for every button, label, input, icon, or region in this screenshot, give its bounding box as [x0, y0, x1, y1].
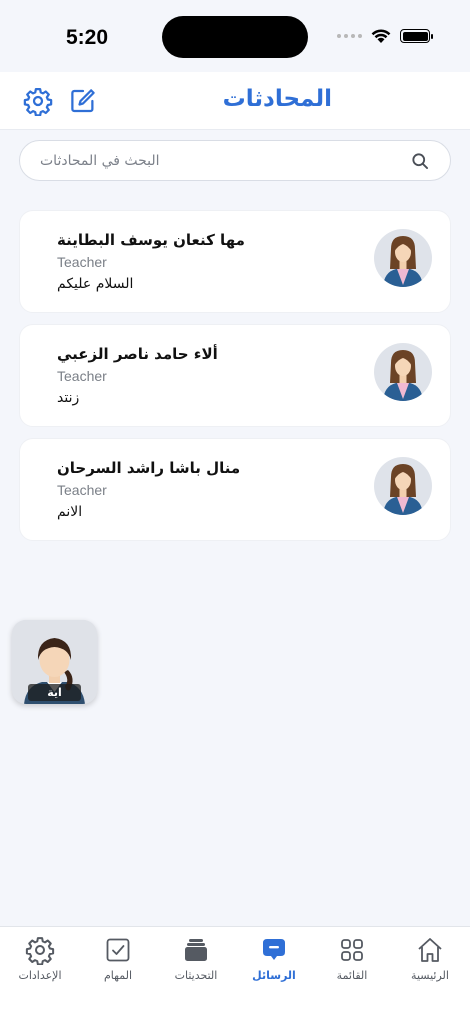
conversation-last-message: الانم [57, 504, 83, 520]
chat-icon [263, 939, 285, 960]
conversation-item[interactable]: مها كنعان يوسف البطاينة Teacher السلام ع… [19, 210, 451, 313]
tab-messages-label: الرسائل [252, 969, 296, 982]
conversation-name: ألاء حامد ناصر الزعبي [57, 345, 218, 363]
conversation-name: منال باشا راشد السرحان [57, 459, 241, 477]
tab-home[interactable]: الرئيسية [391, 935, 469, 991]
bottom-tab-bar: الرئيسية القائمة الرسائل التحديثات المها… [0, 926, 470, 1024]
search-icon[interactable] [410, 151, 430, 171]
gear-icon [23, 88, 53, 117]
compose-button[interactable] [68, 86, 98, 116]
conversation-role: Teacher [57, 482, 107, 498]
tab-updates-label: التحديثات [174, 969, 218, 982]
avatar [374, 457, 432, 515]
gear-icon [25, 937, 55, 965]
tab-settings[interactable]: الإعدادات [1, 935, 79, 991]
conversation-role: Teacher [57, 254, 107, 270]
settings-button[interactable] [23, 86, 53, 117]
tab-updates[interactable]: التحديثات [157, 935, 235, 991]
cellular-signal-icon [337, 34, 362, 38]
avatar [374, 343, 432, 401]
conversation-last-message: السلام عليكم [57, 276, 134, 292]
tab-tasks-label: المهام [104, 969, 132, 982]
tab-menu[interactable]: القائمة [313, 935, 391, 991]
stack-icon [185, 939, 207, 961]
conversation-role: Teacher [57, 368, 107, 384]
status-bar: 5:20 [0, 0, 470, 72]
search-bar [19, 140, 451, 181]
avatar [374, 229, 432, 287]
status-icons [337, 28, 433, 44]
conversation-name: مها كنعان يوسف البطاينة [57, 231, 245, 249]
tab-messages[interactable]: الرسائل [235, 935, 313, 991]
floating-bubble-label: اية [28, 684, 81, 701]
wifi-icon [371, 29, 391, 43]
tab-settings-label: الإعدادات [18, 969, 62, 982]
tab-menu-label: القائمة [336, 969, 368, 982]
search-input[interactable] [40, 141, 400, 180]
tab-home-label: الرئيسية [411, 969, 449, 982]
page-title: المحادثات [222, 86, 332, 112]
compose-icon [71, 89, 95, 113]
grid-icon [341, 939, 363, 961]
dynamic-island [162, 16, 308, 58]
battery-icon [400, 29, 433, 43]
tab-tasks[interactable]: المهام [79, 935, 157, 991]
status-time: 5:20 [66, 26, 109, 49]
conversation-item[interactable]: منال باشا راشد السرحان Teacher الانم [19, 438, 451, 541]
floating-chat-bubble[interactable]: اية [12, 620, 97, 704]
app-header: المحادثات [0, 72, 470, 130]
conversation-item[interactable]: ألاء حامد ناصر الزعبي Teacher زنتد [19, 324, 451, 427]
checkbox-icon [106, 938, 130, 962]
conversation-last-message: زنتد [57, 390, 80, 406]
conversation-list: مها كنعان يوسف البطاينة Teacher السلام ع… [19, 210, 451, 552]
home-icon [418, 938, 442, 962]
